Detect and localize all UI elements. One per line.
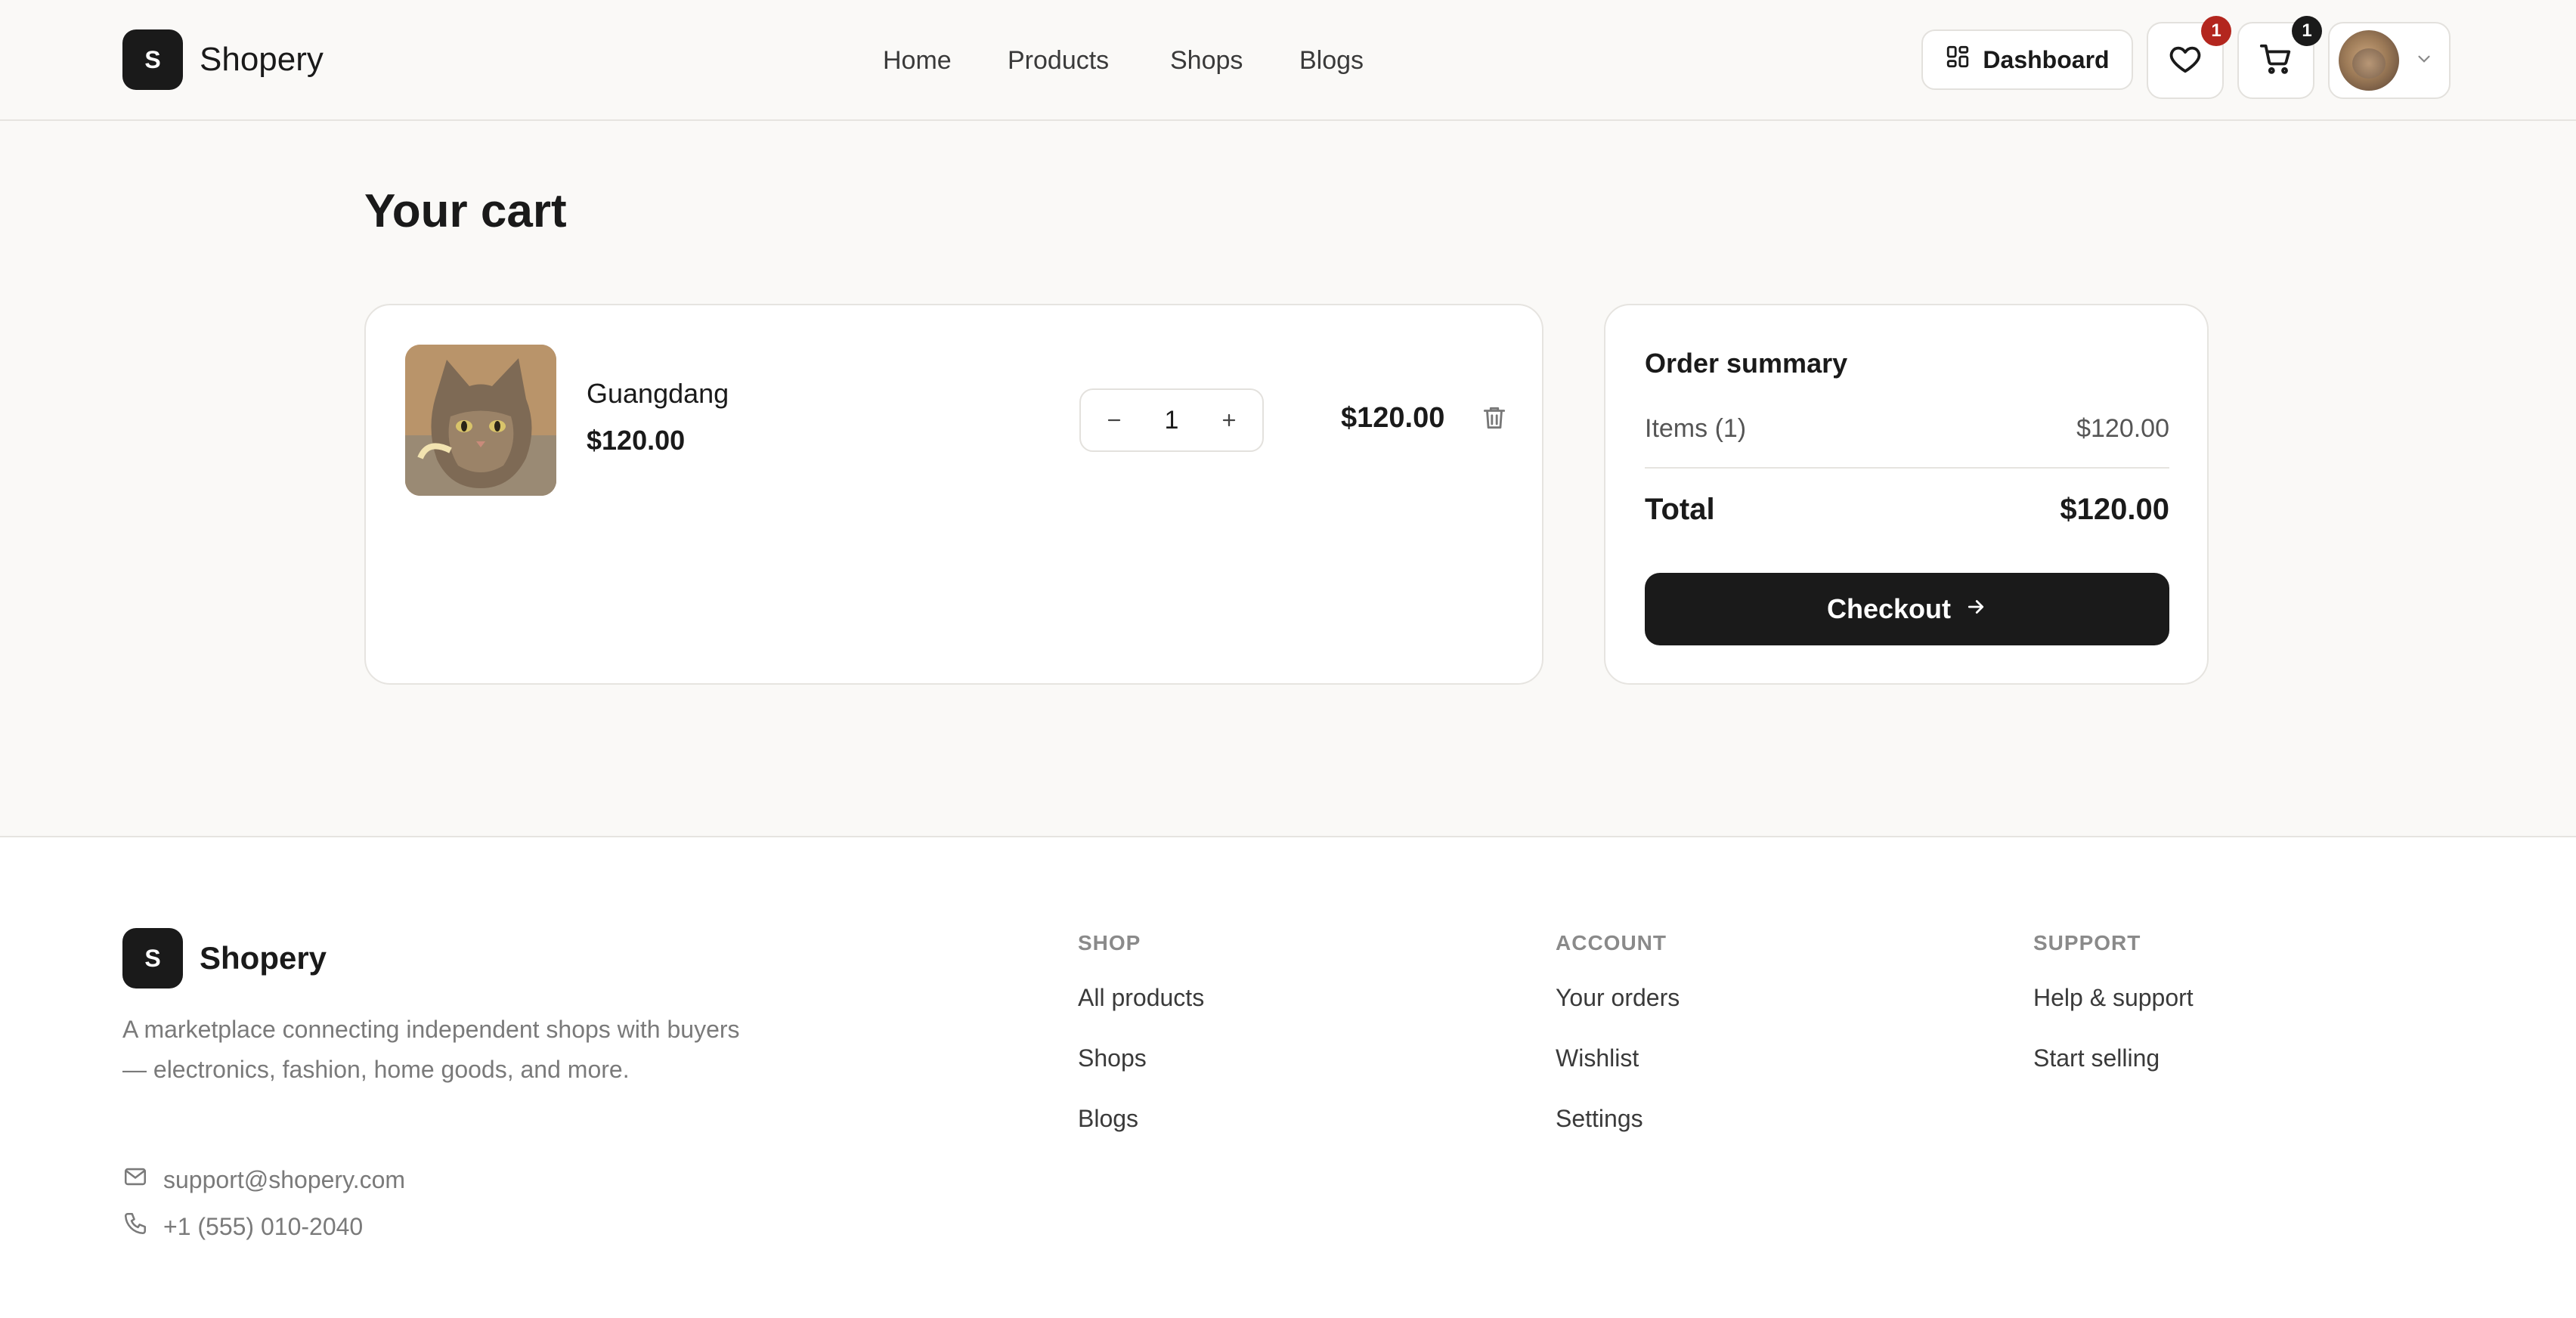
dashboard-button[interactable]: Dashboard xyxy=(1921,29,2133,90)
cart-items-panel: Guangdang $120.00 1 $120.00 xyxy=(364,304,1543,685)
remove-item-button[interactable] xyxy=(1477,402,1512,437)
checkout-button[interactable]: Checkout xyxy=(1645,573,2169,645)
footer-link-shops[interactable]: Shops xyxy=(1078,1041,1204,1102)
increase-quantity-button[interactable] xyxy=(1214,405,1244,435)
page-title: Your cart xyxy=(364,185,567,237)
decrease-quantity-button[interactable] xyxy=(1099,405,1129,435)
product-name[interactable]: Guangdang xyxy=(587,378,729,410)
phone-icon xyxy=(122,1211,148,1242)
footer-column-support: SUPPORT Help & support Start selling xyxy=(2033,931,2194,1102)
order-summary-panel: Order summary Items (1) $120.00 Total $1… xyxy=(1604,304,2209,685)
line-total: $120.00 xyxy=(1341,402,1445,434)
footer-heading-shop: SHOP xyxy=(1078,931,1141,954)
footer-heading-account: ACCOUNT xyxy=(1556,931,1667,954)
footer-heading-support: SUPPORT xyxy=(2033,931,2141,954)
summary-items-row: Items (1) $120.00 xyxy=(1645,414,2169,444)
footer-email-text: support@shopery.com xyxy=(163,1165,406,1193)
footer-link-all-products[interactable]: All products xyxy=(1078,981,1204,1041)
order-summary-title: Order summary xyxy=(1645,348,1848,379)
mail-icon xyxy=(122,1164,148,1196)
wishlist-button[interactable]: 1 xyxy=(2147,16,2231,99)
arrow-right-icon xyxy=(1965,593,1987,625)
summary-items-value: $120.00 xyxy=(2076,414,2169,443)
nav-home[interactable]: Home xyxy=(883,39,952,82)
quantity-stepper: 1 xyxy=(1079,388,1264,452)
footer-link-settings[interactable]: Settings xyxy=(1556,1102,1680,1162)
user-menu-button[interactable] xyxy=(2328,22,2451,99)
cart-button[interactable]: 1 xyxy=(2237,16,2322,99)
nav-products[interactable]: Products xyxy=(1008,39,1109,82)
footer-phone-text: +1 (555) 010-2040 xyxy=(163,1212,364,1240)
trash-icon xyxy=(1480,404,1509,436)
cart-count-badge: 1 xyxy=(2292,16,2322,46)
summary-items-label: Items (1) xyxy=(1645,414,1747,443)
footer-logo-mark: S xyxy=(122,928,183,989)
footer-column-account: ACCOUNT Your orders Wishlist Settings xyxy=(1556,931,1680,1162)
checkout-label: Checkout xyxy=(1826,593,1952,624)
chevron-down-icon xyxy=(2414,49,2434,73)
footer-phone[interactable]: +1 (555) 010-2040 xyxy=(122,1211,363,1242)
summary-total-label: Total xyxy=(1645,493,1715,526)
footer-description: A marketplace connecting independent sho… xyxy=(122,1016,740,1083)
quantity-value[interactable]: 1 xyxy=(1165,406,1179,435)
footer-link-start-selling[interactable]: Start selling xyxy=(2033,1041,2194,1102)
summary-divider xyxy=(1645,467,2169,469)
dashboard-grid-icon xyxy=(1945,44,1971,76)
summary-total-row: Total $120.00 xyxy=(1645,493,2169,527)
product-image[interactable] xyxy=(405,345,556,496)
nav-blogs[interactable]: Blogs xyxy=(1299,39,1364,82)
avatar xyxy=(2339,30,2399,91)
nav-shops[interactable]: Shops xyxy=(1170,39,1243,82)
footer-column-shop: SHOP All products Shops Blogs xyxy=(1078,931,1204,1162)
heart-icon xyxy=(2168,42,2203,80)
footer-brand[interactable]: S Shopery xyxy=(122,928,327,989)
site-header: S Shopery Home Products Shops Blogs Dash… xyxy=(0,0,2576,121)
wishlist-count-badge: 1 xyxy=(2201,16,2231,46)
footer-brand-name: Shopery xyxy=(200,940,327,976)
dashboard-label: Dashboard xyxy=(1983,45,2110,73)
footer-link-wishlist[interactable]: Wishlist xyxy=(1556,1041,1680,1102)
footer-link-your-orders[interactable]: Your orders xyxy=(1556,981,1680,1041)
footer-link-help-support[interactable]: Help & support xyxy=(2033,981,2194,1041)
footer-email[interactable]: support@shopery.com xyxy=(122,1164,405,1196)
footer-link-blogs[interactable]: Blogs xyxy=(1078,1102,1204,1162)
cart-icon xyxy=(2259,42,2293,80)
summary-total-value: $120.00 xyxy=(2060,493,2169,526)
product-unit-price: $120.00 xyxy=(587,425,686,456)
site-footer: S Shopery A marketplace connecting indep… xyxy=(0,836,2576,1318)
